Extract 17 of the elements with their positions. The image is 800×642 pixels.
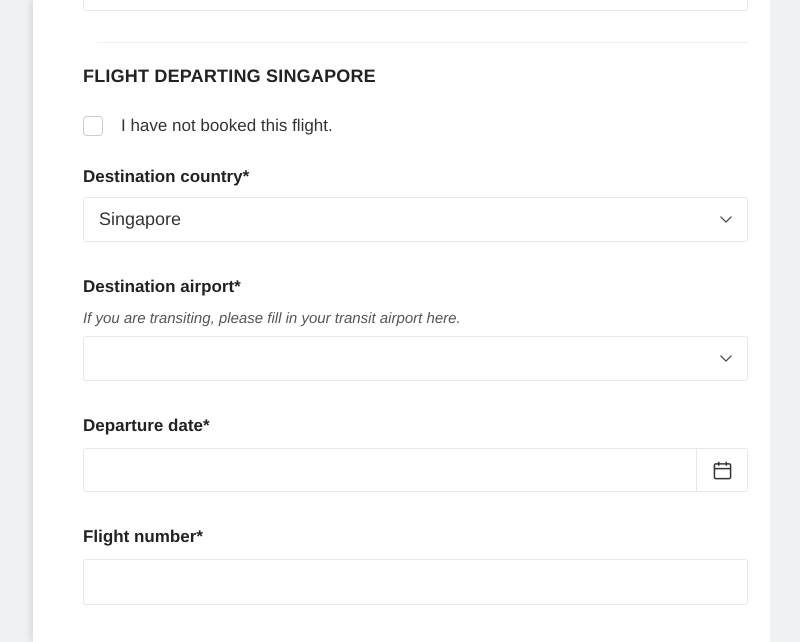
- field-label: Flight number*: [83, 527, 204, 547]
- date-field[interactable]: [83, 448, 748, 492]
- field-label: Departure date*: [83, 416, 211, 436]
- field-label: Destination airport*: [83, 277, 242, 297]
- field-label: Destination country*: [83, 167, 250, 187]
- select-field[interactable]: Singapore: [83, 197, 748, 242]
- chevron-down-icon: [720, 216, 732, 223]
- field-hint: If you are transiting, please fill in your transit airport here.: [83, 309, 462, 329]
- select-field[interactable]: [83, 336, 748, 381]
- chevron-down-icon: [720, 355, 732, 362]
- input-field[interactable]: [83, 559, 748, 605]
- checkbox-label[interactable]: I have not booked this flight.: [121, 116, 333, 136]
- calendar-icon: [712, 460, 732, 480]
- input-field[interactable]: [83, 0, 748, 11]
- checkbox[interactable]: [83, 116, 103, 136]
- section-heading: FLIGHT DEPARTING SINGAPORE: [83, 65, 377, 88]
- calendar-button[interactable]: [696, 449, 747, 491]
